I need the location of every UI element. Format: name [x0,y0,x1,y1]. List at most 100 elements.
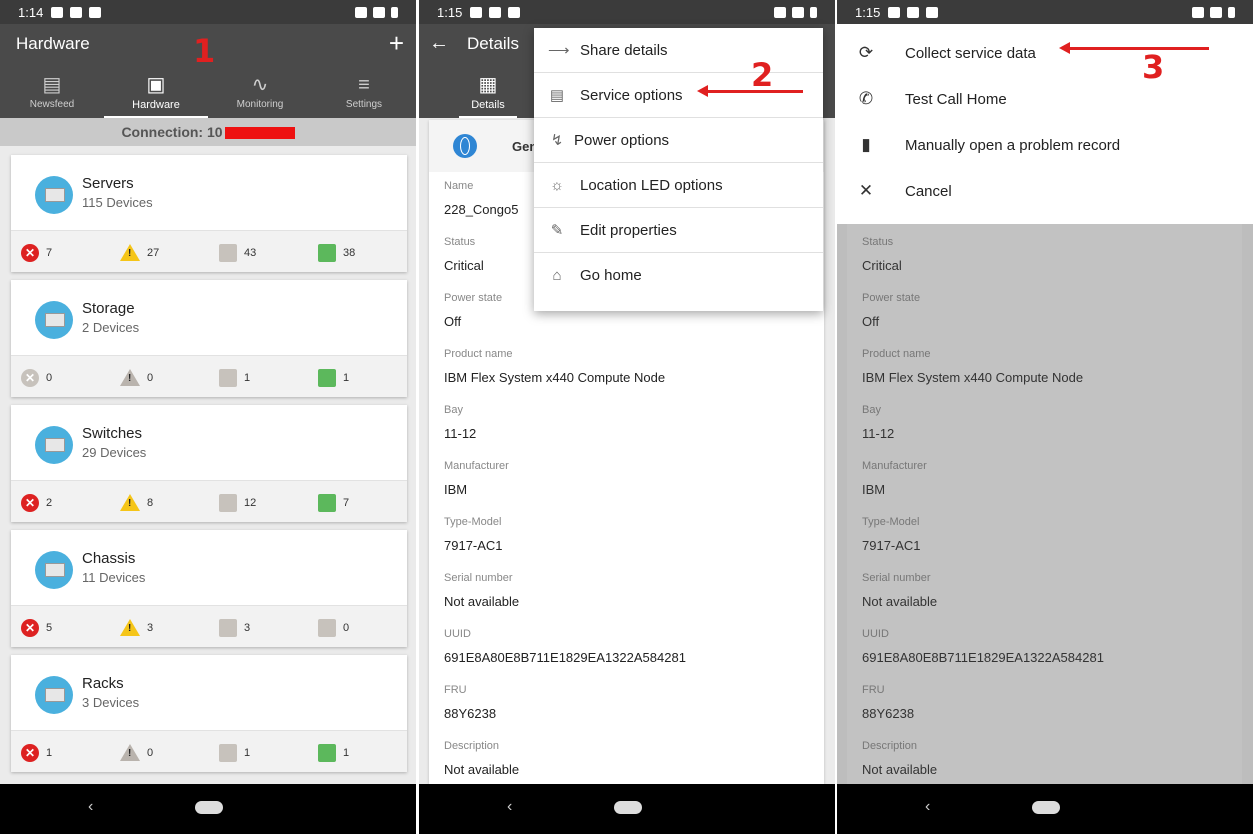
tab-newsfeed[interactable]: ▤ Newsfeed [0,66,104,118]
warning-icon [120,494,140,511]
home-icon: ⌂ [552,267,562,284]
share-icon: ⟶ [548,42,570,59]
tab-details[interactable]: ▦ Details [459,66,517,118]
status-bar: 1:15 [837,0,1253,24]
warning-icon [120,744,140,761]
refresh-icon: ⟳ [858,43,874,62]
battery-icon [1228,6,1235,18]
menu-item-power-options[interactable]: ↯ Power options [534,118,823,163]
signal-icon [1210,6,1222,18]
sheet-item-test-call-home[interactable]: ✆ Test Call Home [837,76,1253,122]
led-icon: ☼ [550,176,564,194]
critical-icon: ✕ [21,244,39,262]
connection-label: Connection: 10 [121,124,223,140]
annotation-number: 1 [193,32,216,70]
close-icon: ✕ [858,181,874,200]
home-pill-icon[interactable] [614,801,642,814]
field-label: Serial number [444,572,513,584]
field-value: Not available [444,762,520,777]
field-value: Not available [444,594,520,609]
back-icon[interactable]: ‹ [88,798,93,816]
page-title: Details [467,34,519,53]
field-value: IBM [444,482,468,497]
home-pill-icon[interactable] [1032,801,1060,814]
category-count: 115 Devices [82,195,153,210]
annotation-arrow [1059,42,1209,54]
tab-monitoring[interactable]: ∿ Monitoring [208,66,312,118]
category-card-servers[interactable]: Servers 115 Devices ✕7 27 43 38 [11,155,407,272]
status-summary: ✕7 27 43 38 [11,230,407,272]
unknown-icon [219,494,237,512]
field-label: Status [862,236,894,248]
plus-icon[interactable]: + [389,28,404,59]
wifi-icon [774,6,786,18]
newsfeed-icon: ▤ [42,74,62,96]
field-value: IBM Flex System x440 Compute Node [444,370,666,385]
field-value: 11-12 [444,426,477,441]
field-value: 691E8A80E8B711E1829EA1322A584281 [444,650,686,665]
globe-icon [453,134,477,158]
details-screen: 1:15 ← Details ▦ Details Gen Name 228_Con… [419,0,835,834]
category-card-switches[interactable]: Switches 29 Devices ✕2 8 12 7 [11,405,407,522]
home-pill-icon[interactable] [195,801,223,814]
field-label: FRU [444,684,467,696]
document-icon: ▮ [861,135,871,154]
critical-icon: ✕ [21,369,39,387]
category-title: Racks [82,675,124,692]
menu-item-go-home[interactable]: ⌂ Go home [534,253,823,298]
power-icon: ↯ [550,132,564,149]
service-icon: ▤ [549,87,565,104]
field-label: Bay [444,404,463,416]
chassis-icon [35,551,73,589]
phone-icon: ✆ [858,89,874,108]
normal-icon [318,619,336,637]
category-card-storage[interactable]: Storage 2 Devices ✕0 0 1 1 [11,280,407,397]
tab-hardware[interactable]: ▣ Hardware [104,66,208,118]
status-bar: 1:14 [0,0,416,24]
field-label: UUID [444,628,471,640]
field-value: 88Y6238 [862,706,915,721]
status-summary: ✕2 8 12 7 [11,480,407,522]
category-card-racks[interactable]: Racks 3 Devices ✕1 0 1 1 [11,655,407,772]
field-label: Description [862,740,918,752]
app-bar: Hardware + 1 ▤ Newsfeed ▣ Hardware ∿ Monito… [0,24,416,118]
storage-icon [35,301,73,339]
unknown-icon [219,744,237,762]
grid-icon: ▦ [478,73,498,96]
field-label: Type-Model [862,516,920,528]
sliders-icon: ≡ [358,74,370,96]
wifi-icon [355,6,367,18]
service-options-screen: 1:15 ⟳ Collect service data ✆ Test Call Ho… [837,0,1253,834]
tab-settings[interactable]: ≡ Settings [312,66,416,118]
field-label: Name [444,180,474,192]
back-icon[interactable]: ‹ [925,798,930,816]
details-card: Status Critical Power state Off Product … [847,224,1242,784]
dimmed-background[interactable]: Status Critical Power state Off Product … [837,224,1253,784]
menu-item-location-led-options[interactable]: ☼ Location LED options [534,163,823,208]
monitor-icon: ▣ [146,73,166,96]
field-value: Off [862,314,880,329]
warning-icon [120,244,140,261]
category-card-chassis[interactable]: Chassis 11 Devices ✕5 3 3 0 [11,530,407,647]
menu-item-share-details[interactable]: ⟶ Share details [534,28,823,73]
status-time: 1:15 [855,4,881,20]
field-value: 691E8A80E8B711E1829EA1322A584281 [862,650,1104,665]
signal-icon [792,6,804,18]
settings-icon [888,6,901,18]
sheet-item-cancel[interactable]: ✕ Cancel [837,168,1253,214]
menu-item-service-options[interactable]: ▤ Service options [534,73,823,118]
unknown-icon [219,619,237,637]
field-label: Product name [862,348,931,360]
menu-item-edit-properties[interactable]: ✎ Edit properties [534,208,823,253]
nav-bar: ‹ [419,784,835,834]
normal-icon [318,744,336,762]
category-title: Servers [82,175,134,192]
back-arrow-icon[interactable]: ← [429,32,449,55]
annotation-number: 3 [1142,48,1165,86]
field-label: Serial number [862,572,931,584]
sheet-item-open-problem-record[interactable]: ▮ Manually open a problem record [837,122,1253,168]
sheet-item-collect-service-data[interactable]: ⟳ Collect service data [837,30,1253,76]
back-icon[interactable]: ‹ [507,798,512,816]
category-title: Chassis [82,550,136,567]
status-summary: ✕5 3 3 0 [11,605,407,647]
